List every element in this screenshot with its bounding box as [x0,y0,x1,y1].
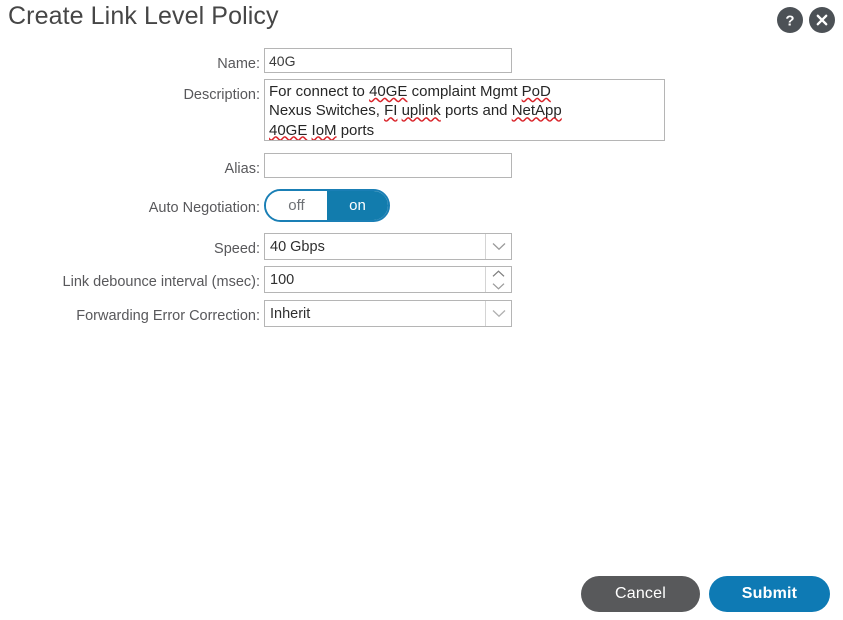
speed-label: Speed: [214,241,260,257]
speed-field-wrap: 40 Gbps [264,233,512,260]
link-debounce-label: Link debounce interval (msec): [62,274,260,290]
submit-button[interactable]: Submit [709,576,830,612]
dialog-footer: Cancel Submit [0,576,843,620]
fec-select[interactable]: Inherit [264,300,512,327]
titlebar-icon-group: ? [777,7,835,33]
alias-input[interactable] [264,153,512,178]
link-debounce-field-wrap [264,266,512,293]
name-field-wrap [264,48,512,73]
description-label: Description: [183,87,260,103]
chevron-up-icon[interactable] [492,268,505,280]
link-debounce-input[interactable] [265,266,485,293]
auto-negotiation-label: Auto Negotiation: [148,200,260,216]
fec-field-wrap: Inherit [264,300,512,327]
auto-negotiation-wrap: off on [264,189,390,222]
link-debounce-stepper[interactable] [264,266,512,293]
description-input[interactable]: For connect to 40GE complaint Mgmt PoD Ne… [264,79,665,141]
dialog-titlebar: Create Link Level Policy ? [0,0,843,44]
toggle-option-on[interactable]: on [327,191,388,220]
toggle-option-off[interactable]: off [266,191,327,220]
name-input[interactable] [264,48,512,73]
create-link-level-policy-dialog: Create Link Level Policy ? Name: 40G Des… [0,0,843,620]
close-icon[interactable] [809,7,835,33]
alias-label: Alias: [224,161,260,177]
speed-select[interactable]: 40 Gbps [264,233,512,260]
fec-select-value: Inherit [270,305,311,322]
stepper-arrows [485,267,511,292]
description-field-wrap: For connect to 40GE complaint Mgmt PoD Ne… [264,79,665,141]
cancel-button[interactable]: Cancel [581,576,700,612]
name-label: Name: [217,56,260,72]
auto-negotiation-toggle[interactable]: off on [264,189,390,222]
chevron-down-icon[interactable] [485,301,511,326]
svg-text:?: ? [785,13,794,30]
chevron-down-icon[interactable] [485,234,511,259]
speed-select-value: 40 Gbps [270,238,325,255]
alias-field-wrap [264,153,512,178]
help-icon[interactable]: ? [777,7,803,33]
chevron-down-icon[interactable] [492,280,505,292]
fec-label: Forwarding Error Correction: [76,308,260,324]
page-title: Create Link Level Policy [8,2,279,30]
